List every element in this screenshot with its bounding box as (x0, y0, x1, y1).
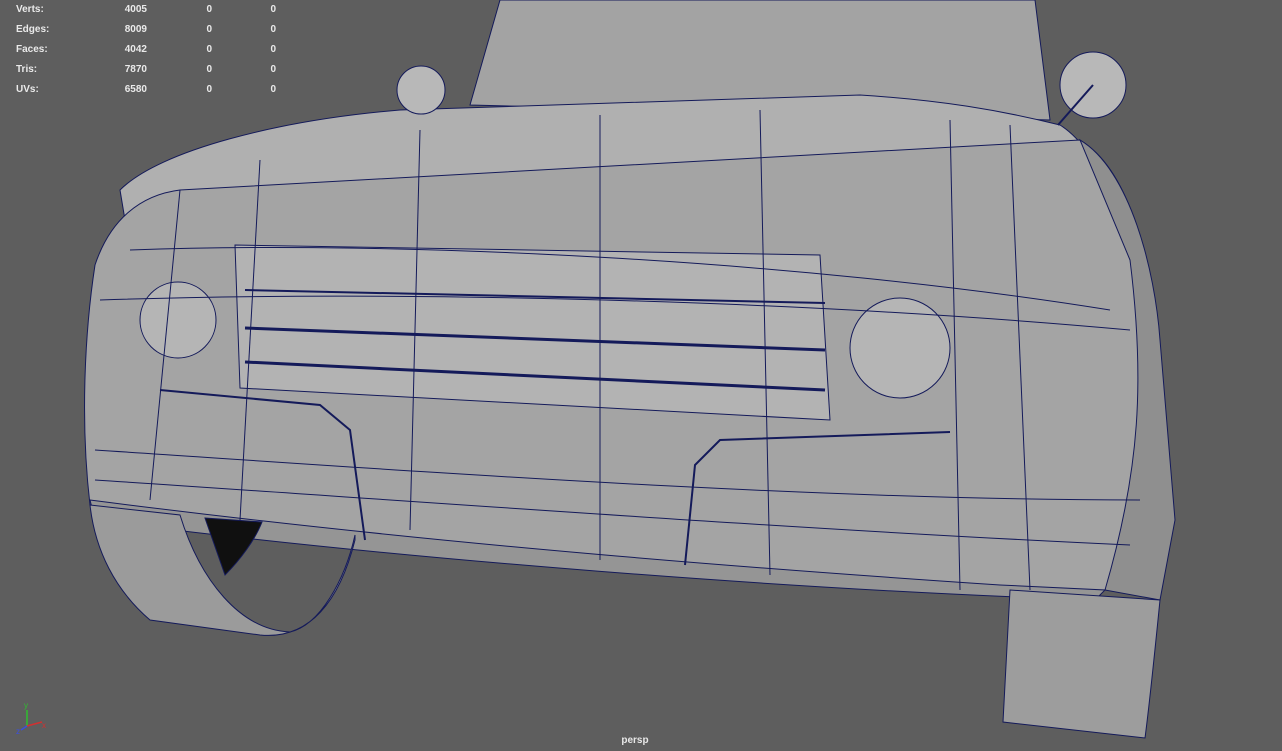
hud-row-verts: Verts: 4005 0 0 (16, 0, 276, 20)
hud-value: 0 (206, 24, 212, 35)
hud-value: 0 (206, 4, 212, 15)
axis-y-label: y (24, 701, 28, 710)
hud-row-tris: Tris: 7870 0 0 (16, 60, 276, 80)
hud-value: 0 (270, 4, 276, 15)
left-mirror-mesh (396, 65, 446, 115)
hud-row-faces: Faces: 4042 0 0 (16, 40, 276, 60)
hud-value: 7870 (124, 64, 147, 75)
hud-row-edges: Edges: 8009 0 0 (16, 20, 276, 40)
hud-value: 8009 (124, 24, 147, 35)
hud-label: UVs: (16, 84, 39, 95)
hud-value: 0 (270, 84, 276, 95)
hud-value: 0 (206, 84, 212, 95)
camera-name-label: persp (621, 735, 649, 746)
hud-value: 0 (206, 64, 212, 75)
hud-value: 4042 (124, 44, 147, 55)
hud-label: Edges: (16, 24, 50, 35)
hud-value: 0 (270, 44, 276, 55)
view-axis-gizmo-icon: y x z (16, 701, 46, 736)
hud-value: 0 (206, 44, 212, 55)
axis-x-label: x (42, 721, 46, 730)
persp-viewport[interactable]: Verts: 4005 0 0 Edges: 8009 0 0 Faces: 4… (0, 0, 1282, 751)
left-wheel-well (204, 517, 263, 576)
hud-value: 0 (270, 64, 276, 75)
right-wheel-mesh (1002, 589, 1161, 739)
axis-z-line (20, 725, 28, 731)
hud-label: Verts: (16, 4, 44, 15)
hud-value: 0 (270, 24, 276, 35)
car-model-wireframe[interactable] (0, 0, 1282, 751)
hud-row-uvs: UVs: 6580 0 0 (16, 80, 276, 100)
axis-z-label: z (16, 727, 20, 736)
hud-value: 6580 (124, 84, 147, 95)
axis-x-line (26, 721, 43, 727)
hud-label: Tris: (16, 64, 38, 75)
poly-count-hud: Verts: 4005 0 0 Edges: 8009 0 0 Faces: 4… (16, 0, 276, 100)
left-headlight-mesh (139, 281, 217, 359)
hud-value: 4005 (124, 4, 147, 15)
hud-label: Faces: (16, 44, 48, 55)
